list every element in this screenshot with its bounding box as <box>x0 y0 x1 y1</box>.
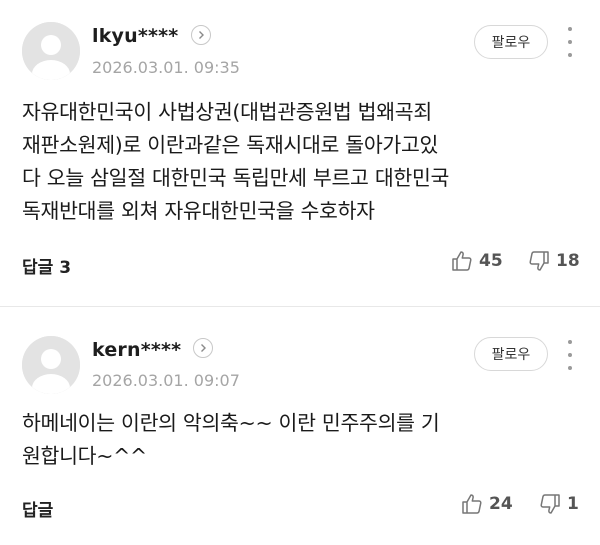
reply-button[interactable]: 답글 3 <box>22 253 71 278</box>
reply-button[interactable]: 답글 <box>22 496 53 521</box>
comment-timestamp: 2026.03.01. 09:07 <box>92 371 240 390</box>
like-button[interactable]: 24 <box>460 492 513 516</box>
more-options-button[interactable] <box>560 27 580 57</box>
thumbs-down-icon <box>529 251 549 271</box>
comment-item: lkyu**** 2026.03.01. 09:35 팔로우 자유대한민국이 사… <box>0 0 600 300</box>
avatar[interactable] <box>22 336 80 394</box>
chevron-right-icon <box>199 31 204 39</box>
thumbs-up-icon <box>462 494 482 514</box>
avatar[interactable] <box>22 22 80 80</box>
dislike-count: 18 <box>556 251 580 271</box>
thumbs-down-icon <box>540 494 560 514</box>
dislike-button[interactable]: 18 <box>527 249 580 273</box>
follow-button[interactable]: 팔로우 <box>474 337 548 371</box>
comment-item: kern**** 2026.03.01. 09:07 팔로우 하메네이는 이란의… <box>0 310 600 545</box>
default-avatar-icon <box>22 336 80 394</box>
comment-divider <box>0 306 600 307</box>
dislike-button[interactable]: 1 <box>538 492 579 516</box>
profile-link-button[interactable] <box>193 338 213 358</box>
like-count: 24 <box>489 494 513 514</box>
default-avatar-icon <box>22 22 80 80</box>
more-vertical-icon <box>568 27 572 31</box>
thumbs-up-icon <box>452 251 472 271</box>
more-options-button[interactable] <box>560 340 580 370</box>
like-button[interactable]: 45 <box>450 249 503 273</box>
chevron-right-icon <box>201 344 206 352</box>
comment-text: 자유대한민국이 사법상권(대법관증원법 법왜곡죄 재판소원제)로 이란과같은 독… <box>22 100 450 223</box>
profile-link-button[interactable] <box>191 25 211 45</box>
username[interactable]: kern**** <box>92 339 181 361</box>
more-vertical-icon <box>568 340 572 344</box>
dislike-count: 1 <box>567 494 579 514</box>
username[interactable]: lkyu**** <box>92 25 178 47</box>
like-count: 45 <box>479 251 503 271</box>
follow-button[interactable]: 팔로우 <box>474 25 548 59</box>
comment-timestamp: 2026.03.01. 09:35 <box>92 58 240 77</box>
comment-text: 하메네이는 이란의 악의축~~ 이란 민주주의를 기 원합니다~^^ <box>22 411 440 468</box>
